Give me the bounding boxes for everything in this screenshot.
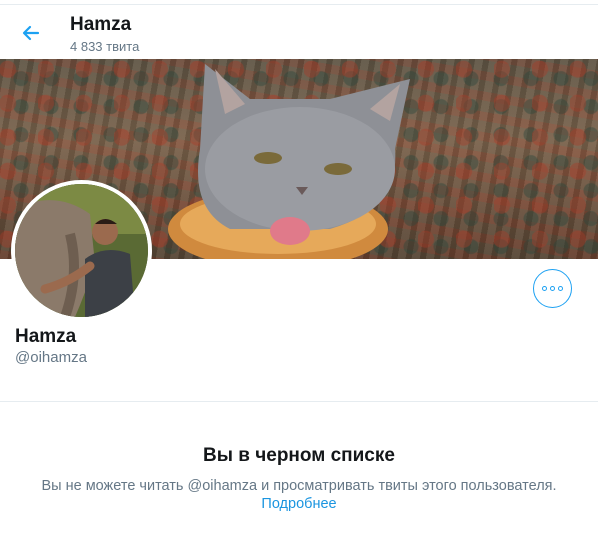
more-horizontal-icon — [550, 286, 555, 291]
avatar-photo-illustration — [15, 184, 148, 317]
tweet-count: 4 833 твита — [70, 39, 140, 54]
more-horizontal-icon — [542, 286, 547, 291]
arrow-left-icon — [22, 25, 40, 41]
more-horizontal-icon — [558, 286, 563, 291]
back-button[interactable] — [14, 16, 48, 50]
blocked-title: Вы в черном списке — [203, 445, 395, 466]
header-title: Hamza — [70, 14, 132, 35]
blocked-message: Вы не можете читать @oihamza и просматри… — [41, 478, 557, 494]
section-divider — [0, 401, 598, 402]
profile-handle: @oihamza — [15, 349, 87, 366]
profile-name: Hamza — [15, 326, 77, 347]
profile-header: Hamza 4 833 твита — [0, 6, 598, 59]
more-options-button[interactable] — [533, 269, 572, 308]
avatar[interactable] — [11, 180, 152, 321]
learn-more-container: Подробнее — [0, 496, 598, 512]
top-divider — [0, 0, 598, 5]
learn-more-link[interactable]: Подробнее — [261, 496, 336, 512]
